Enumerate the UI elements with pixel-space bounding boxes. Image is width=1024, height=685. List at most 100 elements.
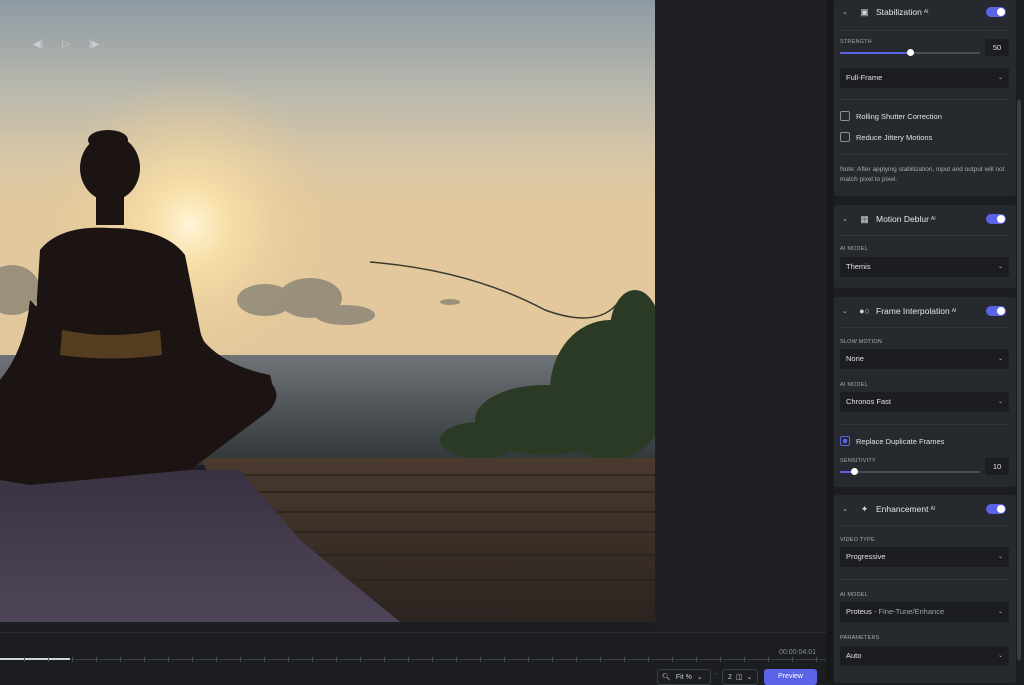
timeline-tick [648, 657, 649, 662]
zoom-icon: 🔍︎ [662, 674, 671, 681]
ai-badge: AI [930, 506, 936, 512]
motion-deblur-toggle[interactable] [986, 214, 1006, 224]
ai-badge: AI [923, 9, 929, 15]
enhancement-header[interactable]: ⌄ ✦ Enhancement AI [834, 497, 1016, 521]
enhancement-model-label: AI MODEL [840, 592, 868, 598]
zoom-value: Fit % [675, 673, 692, 681]
panel-scrollbar[interactable] [1017, 100, 1021, 660]
divider [840, 30, 1010, 31]
enhancement-toggle[interactable] [986, 504, 1006, 514]
video-type-label: VIDEO TYPE [840, 537, 875, 543]
chevron-down-icon[interactable]: ⌄ [842, 505, 852, 513]
enhancement-model-select[interactable]: Proteus - Fine-Tune/Enhance ⌄ [840, 602, 1009, 622]
rolling-shutter-checkbox[interactable] [840, 111, 850, 121]
chevron-down-icon: ⌄ [997, 609, 1003, 615]
sensitivity-value[interactable]: 10 [985, 458, 1009, 475]
frame-interpolation-card: ⌄ ●○ Frame Interpolation AI SLOW MOTION N… [834, 297, 1016, 487]
parameters-select[interactable]: Auto ⌄ [840, 646, 1009, 666]
parameters-value: Auto [846, 651, 862, 660]
sparkle-icon: ✦ [860, 503, 869, 514]
replace-duplicates-option[interactable]: Replace Duplicate Frames [840, 435, 944, 447]
timeline-tick [408, 657, 409, 662]
chevron-down-icon: ⌄ [997, 653, 1003, 659]
stabilization-card: ⌄ ▣ Stabilization AI STRENGTH 50 Full-Fra… [834, 0, 1016, 196]
motion-deblur-card: ⌄ ▦ Motion Deblur AI AI MODEL Themis ⌄ [834, 205, 1016, 288]
motion-deblur-icon: ▦ [860, 213, 869, 224]
chevron-down-icon[interactable]: ⌄ [842, 307, 852, 315]
video-preview [0, 0, 655, 622]
motion-deblur-model-select[interactable]: Themis ⌄ [840, 257, 1009, 277]
view-mode-icon: ◫ [735, 674, 743, 681]
frame-interpolation-model-label: AI MODEL [840, 382, 868, 388]
frame-interpolation-header[interactable]: ⌄ ●○ Frame Interpolation AI [834, 299, 1016, 323]
stabilization-header[interactable]: ⌄ ▣ Stabilization AI [834, 0, 1016, 24]
chevron-down-icon[interactable]: ⌄ [842, 8, 852, 16]
frame-interpolation-toggle[interactable] [986, 306, 1006, 316]
play-icon[interactable]: ▷ [60, 39, 72, 51]
divider [840, 154, 1010, 155]
timeline-tick [96, 657, 97, 662]
stabilization-toggle[interactable] [986, 7, 1006, 17]
timeline-tick [168, 657, 169, 662]
reduce-jitter-option[interactable]: Reduce Jittery Motions [840, 131, 932, 143]
slow-motion-select[interactable]: None ⌄ [840, 349, 1009, 369]
enhancement-title: Enhancement [876, 504, 929, 514]
timeline-track[interactable] [0, 659, 826, 660]
chevron-down-icon[interactable]: ⌄ [842, 215, 852, 223]
stabilization-mode-value: Full-Frame [846, 73, 883, 82]
timeline-tick [768, 657, 769, 662]
strength-value[interactable]: 50 [985, 39, 1009, 56]
timeline-tick [816, 657, 817, 662]
rolling-shutter-option[interactable]: Rolling Shutter Correction [840, 110, 942, 122]
rolling-shutter-label: Rolling Shutter Correction [856, 111, 942, 121]
motion-deblur-model-label: AI MODEL [840, 246, 868, 252]
timeline-tick [744, 657, 745, 662]
frame-interpolation-icon: ●○ [859, 306, 870, 316]
chevron-down-icon: ⌄ [696, 674, 703, 681]
stabilization-title: Stabilization [876, 7, 922, 17]
frame-interpolation-model-select[interactable]: Chronos Fast ⌄ [840, 392, 1009, 412]
stabilization-icon: ▣ [860, 6, 869, 17]
ai-badge: AI [930, 216, 936, 222]
divider [840, 579, 1010, 580]
slow-motion-value: None [846, 354, 864, 363]
divider [840, 424, 1010, 425]
timeline-tick [312, 657, 313, 662]
slider-knob[interactable] [906, 49, 914, 56]
reduce-jitter-checkbox[interactable] [840, 132, 850, 142]
timeline-ruler[interactable] [0, 657, 826, 667]
divider [840, 525, 1010, 526]
frame-interpolation-model-value: Chronos Fast [846, 397, 892, 406]
panel-divider[interactable] [826, 0, 833, 683]
step-back-icon[interactable]: ◀| [32, 39, 44, 51]
timeline-tick [216, 657, 217, 662]
timeline-tick [456, 657, 457, 662]
timeline-tick [624, 657, 625, 662]
timeline-tick [672, 657, 673, 662]
video-type-select[interactable]: Progressive ⌄ [840, 547, 1009, 567]
timeline-tick [144, 657, 145, 662]
preview-frame-image [0, 0, 655, 622]
video-type-value: Progressive [846, 552, 886, 561]
divider [840, 99, 1010, 100]
slider-knob[interactable] [850, 468, 858, 475]
strength-slider[interactable] [840, 49, 980, 57]
sensitivity-slider[interactable] [840, 468, 980, 476]
strength-label: STRENGTH [840, 39, 872, 45]
chevron-down-icon: ⌄ [997, 399, 1003, 405]
stabilization-mode-select[interactable]: Full-Frame ⌄ [840, 68, 1009, 88]
enhancement-card: ⌄ ✦ Enhancement AI VIDEO TYPE Progressive… [834, 495, 1016, 683]
timeline-tick [480, 657, 481, 662]
chevron-down-icon: ⌄ [997, 75, 1003, 81]
chevron-down-icon: ⌄ [997, 554, 1003, 560]
reduce-jitter-label: Reduce Jittery Motions [856, 132, 933, 142]
stabilization-note: Note: After applying stabilization, inpu… [840, 166, 1005, 183]
chevron-down-icon: ⌄ [997, 356, 1003, 362]
timeline-tick [384, 657, 385, 662]
replace-duplicates-checkbox[interactable] [840, 436, 850, 446]
timeline-tick [264, 657, 265, 662]
step-forward-icon[interactable]: |▶ [88, 39, 100, 51]
toolbar-separator: - [715, 671, 718, 678]
timeline-tick [336, 657, 337, 662]
motion-deblur-header[interactable]: ⌄ ▦ Motion Deblur AI [834, 207, 1016, 231]
